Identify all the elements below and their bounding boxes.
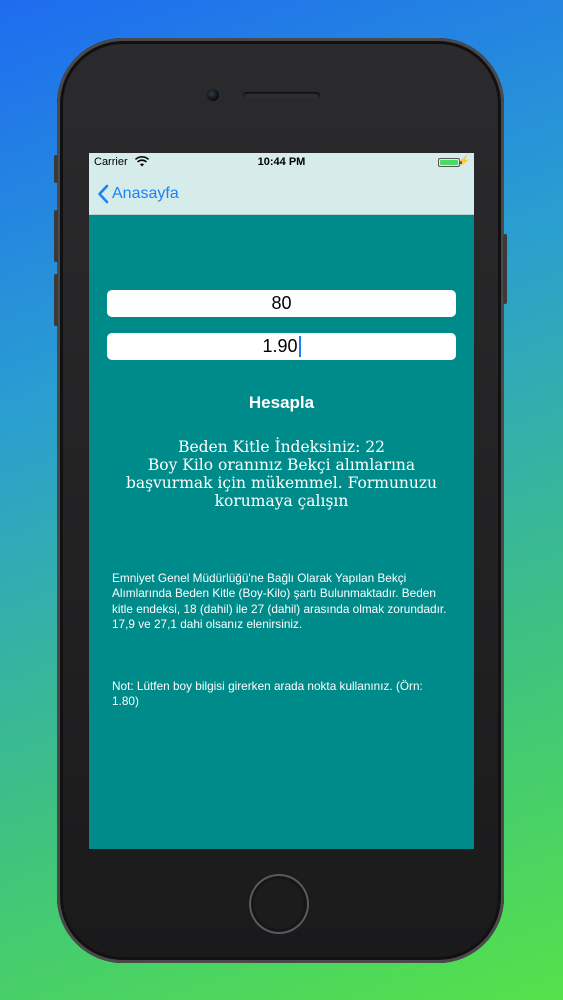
text-cursor bbox=[298, 336, 301, 357]
power-button bbox=[503, 234, 507, 304]
chevron-left-icon bbox=[98, 184, 109, 204]
weight-input[interactable] bbox=[107, 290, 456, 317]
phone-frame: Carrier 10:44 PM ⚡ Anasayfa 1. bbox=[54, 38, 507, 963]
result-panel: Beden Kitle İndeksiniz: 22 Boy Kilo oran… bbox=[104, 438, 459, 510]
home-button[interactable] bbox=[249, 874, 309, 934]
result-message: Boy Kilo oranınız Bekçi alımlarına başvu… bbox=[125, 456, 438, 510]
status-time: 10:44 PM bbox=[257, 156, 306, 168]
status-bar: Carrier 10:44 PM ⚡ bbox=[89, 153, 474, 173]
bmi-result-text: Beden Kitle İndeksiniz: 22 bbox=[178, 438, 385, 456]
height-input[interactable]: 1.90 bbox=[107, 333, 456, 360]
navigation-bar: Anasayfa bbox=[89, 173, 474, 215]
volume-down-button bbox=[54, 274, 58, 326]
back-button[interactable]: Anasayfa bbox=[97, 182, 179, 206]
front-camera bbox=[207, 89, 219, 101]
info-paragraph-note: Not: Lütfen boy bilgisi girerken arada n… bbox=[112, 678, 423, 709]
app-screen: Carrier 10:44 PM ⚡ Anasayfa 1. bbox=[89, 153, 474, 849]
calculate-button[interactable]: Hesapla bbox=[89, 393, 474, 413]
charging-bolt-icon: ⚡ bbox=[457, 156, 470, 167]
volume-up-button bbox=[54, 210, 58, 262]
silent-switch bbox=[54, 155, 58, 183]
info-panel: Emniyet Genel Müdürlüğü'ne Bağlı Olarak … bbox=[112, 555, 452, 725]
info-paragraph-requirements: Emniyet Genel Müdürlüğü'ne Bağlı Olarak … bbox=[112, 570, 447, 632]
battery-level bbox=[440, 160, 458, 165]
earpiece-speaker bbox=[243, 92, 320, 99]
height-input-value: 1.90 bbox=[262, 336, 298, 356]
back-button-label: Anasayfa bbox=[112, 185, 179, 202]
